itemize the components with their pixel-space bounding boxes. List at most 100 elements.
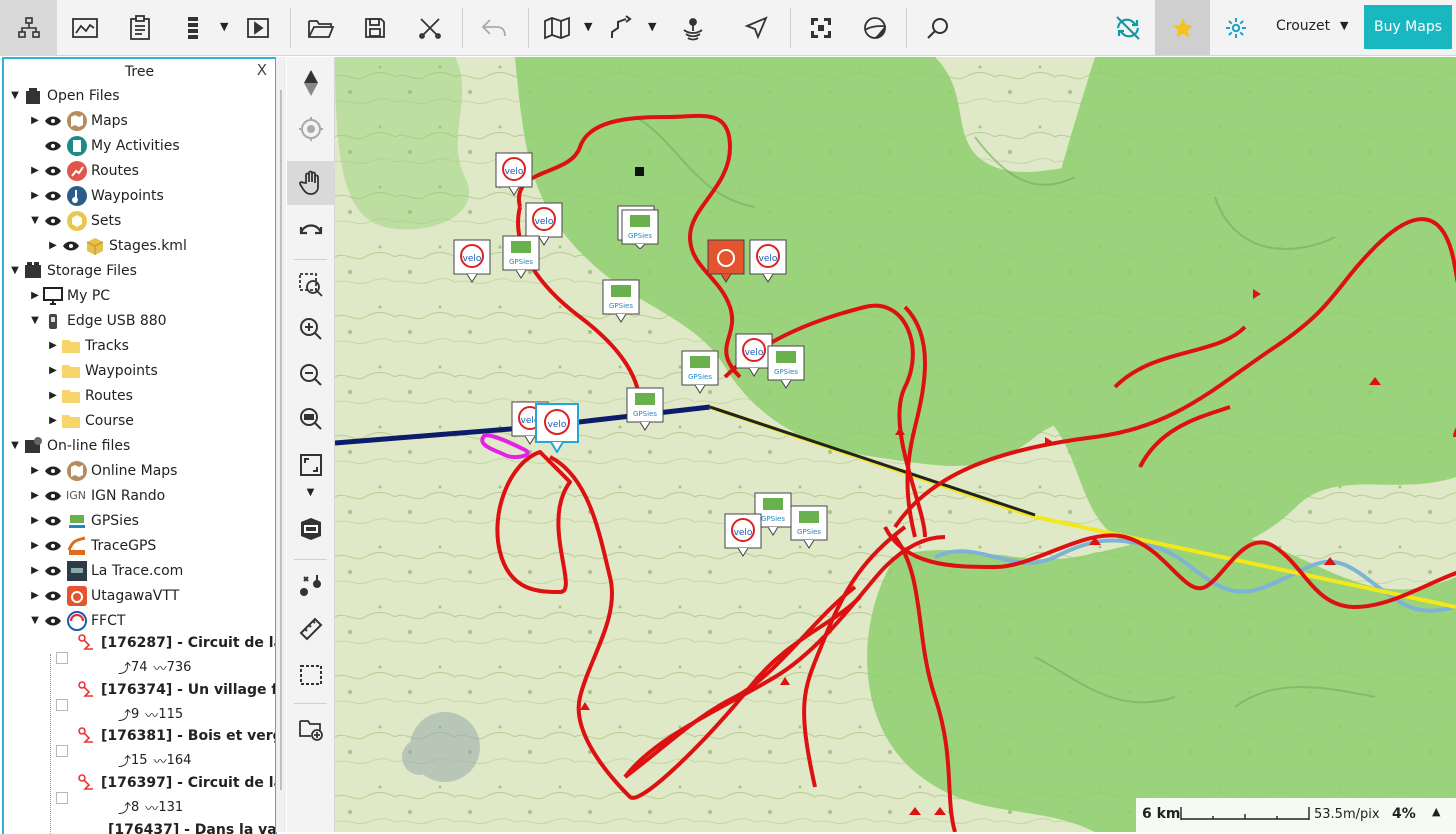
eye-icon[interactable]	[44, 116, 62, 126]
gpsies-pin[interactable]: GPSies	[767, 345, 805, 393]
route-tools-button[interactable]	[287, 563, 334, 607]
buy-maps-button[interactable]: Buy Maps	[1364, 5, 1452, 49]
utagawa-pin[interactable]	[707, 239, 745, 287]
eye-icon[interactable]	[44, 466, 62, 476]
collapse-arrow-icon[interactable]: ▼	[8, 440, 22, 451]
ffvelo-pin[interactable]: velo	[495, 152, 533, 200]
item-checkbox[interactable]	[56, 652, 68, 664]
zoom-up-icon[interactable]: ▲	[1432, 805, 1440, 818]
tools-button[interactable]	[405, 0, 455, 55]
map-dropdown-caret[interactable]: ▼	[584, 20, 592, 33]
favorites-button[interactable]	[1155, 0, 1210, 55]
expand-arrow-icon[interactable]: ▶	[28, 190, 42, 201]
expand-arrow-icon[interactable]: ▶	[28, 290, 42, 301]
eye-icon[interactable]	[62, 241, 80, 251]
expand-arrow-icon[interactable]: ▶	[28, 590, 42, 601]
compass-button[interactable]	[287, 61, 334, 105]
zoom-in-button[interactable]	[287, 307, 334, 351]
locate-button[interactable]	[287, 107, 334, 151]
list-item[interactable]: [176397] - Circuit de la	[56, 770, 277, 795]
collapse-arrow-icon[interactable]: ▼	[28, 215, 42, 226]
more-tools-caret[interactable]: ▼	[287, 477, 334, 507]
gpsies-pin[interactable]: GPSies	[502, 235, 540, 283]
undo-button[interactable]	[470, 0, 518, 55]
collapse-arrow-icon[interactable]: ▼	[28, 615, 42, 626]
tree-node-open-files[interactable]: ▼ Open Files	[8, 83, 120, 108]
tree-node-tracegps[interactable]: ▶ TraceGPS	[28, 533, 156, 558]
expand-arrow-icon[interactable]: ▶	[28, 490, 42, 501]
expand-arrow-icon[interactable]: ▶	[28, 165, 42, 176]
collapse-arrow-icon[interactable]: ▼	[28, 315, 42, 326]
tree-node-routes-folder[interactable]: ▶ Routes	[46, 383, 133, 408]
gpsies-pin[interactable]: GPSies	[602, 279, 640, 327]
zoom-out-button[interactable]	[287, 353, 334, 397]
tree-node-my-pc[interactable]: ▶ My PC	[28, 283, 110, 308]
tree-node-latrace[interactable]: ▶ La Trace.com	[28, 558, 183, 583]
tree-node-sets[interactable]: ▼ Sets	[28, 208, 121, 233]
eye-icon[interactable]	[44, 541, 62, 551]
tree-node-routes[interactable]: ▶ Routes	[28, 158, 139, 183]
save-button[interactable]	[350, 0, 400, 55]
waypoint-square-marker[interactable]	[635, 165, 645, 181]
tree-node-tracks-folder[interactable]: ▶ Tracks	[46, 333, 129, 358]
expand-arrow-icon[interactable]: ▶	[28, 565, 42, 576]
tree-node-maps[interactable]: ▶ Maps	[28, 108, 128, 133]
scrollbar-thumb[interactable]	[280, 90, 282, 790]
eye-icon[interactable]	[44, 191, 62, 201]
chevron-down-icon[interactable]: ▼	[1340, 19, 1348, 32]
statistics-button[interactable]	[57, 0, 112, 55]
zoom-region-button[interactable]	[287, 263, 334, 307]
collapse-arrow-icon[interactable]: ▼	[8, 90, 22, 101]
tree-node-waypoints-folder[interactable]: ▶ Waypoints	[46, 358, 158, 383]
item-checkbox[interactable]	[56, 792, 68, 804]
eye-icon[interactable]	[44, 591, 62, 601]
expand-arrow-icon[interactable]: ▶	[46, 240, 60, 251]
expand-arrow-icon[interactable]: ▶	[46, 340, 60, 351]
search-button[interactable]	[912, 0, 964, 55]
list-item[interactable]: [176437] - Dans la vall	[86, 817, 277, 834]
item-checkbox[interactable]	[56, 745, 68, 757]
gpsies-pin[interactable]: GPSies	[626, 387, 664, 435]
ffvelo-pin[interactable]: velo	[453, 239, 491, 287]
list-item[interactable]: [176287] - Circuit de la	[56, 630, 277, 655]
item-checkbox[interactable]	[56, 699, 68, 711]
zoom-100-button[interactable]	[287, 397, 334, 441]
gpsies-pin[interactable]: GPSies	[617, 205, 659, 253]
tree-node-my-activities[interactable]: My Activities	[42, 133, 180, 158]
tree-node-online-maps[interactable]: ▶ Online Maps	[28, 458, 177, 483]
pan-button[interactable]	[287, 161, 334, 205]
eye-icon[interactable]	[44, 616, 62, 626]
eye-icon[interactable]	[44, 216, 62, 226]
list-item[interactable]: [176374] - Un village fl	[56, 677, 277, 702]
select-area-button[interactable]	[287, 653, 334, 697]
route-button[interactable]	[600, 0, 644, 55]
expand-arrow-icon[interactable]: ▶	[46, 365, 60, 376]
rotate-button[interactable]	[287, 207, 334, 251]
collapse-arrow-icon[interactable]: ▼	[8, 265, 22, 276]
list-item[interactable]: [176381] - Bois et verg	[56, 723, 277, 748]
tree-node-waypoints[interactable]: ▶ Waypoints	[28, 183, 164, 208]
ffvelo-pin[interactable]: velo	[724, 513, 762, 561]
playback-button[interactable]	[236, 0, 280, 55]
fit-button[interactable]	[796, 0, 846, 55]
open-file-button[interactable]	[296, 0, 346, 55]
ffvelo-pin[interactable]: velo	[749, 239, 787, 287]
tree-node-utagawa[interactable]: ▶ UtagawaVTT	[28, 583, 179, 608]
globe-button[interactable]	[850, 0, 900, 55]
clipboard-button[interactable]	[112, 0, 167, 55]
map-view[interactable]: velo velo velo GPSies GPSies GPSies velo…	[335, 57, 1456, 832]
expand-arrow-icon[interactable]: ▶	[28, 465, 42, 476]
tree-node-ign-rando[interactable]: ▶ IGN IGN Rando	[28, 483, 165, 508]
close-icon[interactable]: X	[257, 61, 267, 79]
user-menu[interactable]: Crouzet	[1276, 18, 1330, 34]
route-dropdown-caret[interactable]: ▼	[648, 20, 656, 33]
eye-icon[interactable]	[44, 141, 62, 151]
gps-device-button[interactable]	[668, 0, 718, 55]
expand-arrow-icon[interactable]: ▶	[28, 515, 42, 526]
eye-icon[interactable]	[44, 516, 62, 526]
tree-node-online-files[interactable]: ▼ On-line files	[8, 433, 130, 458]
navigate-button[interactable]	[730, 0, 782, 55]
tree-node-course-folder[interactable]: ▶ Course	[46, 408, 134, 433]
selected-ffvelo-pin[interactable]: velo	[535, 403, 579, 457]
3d-button[interactable]	[287, 507, 334, 551]
